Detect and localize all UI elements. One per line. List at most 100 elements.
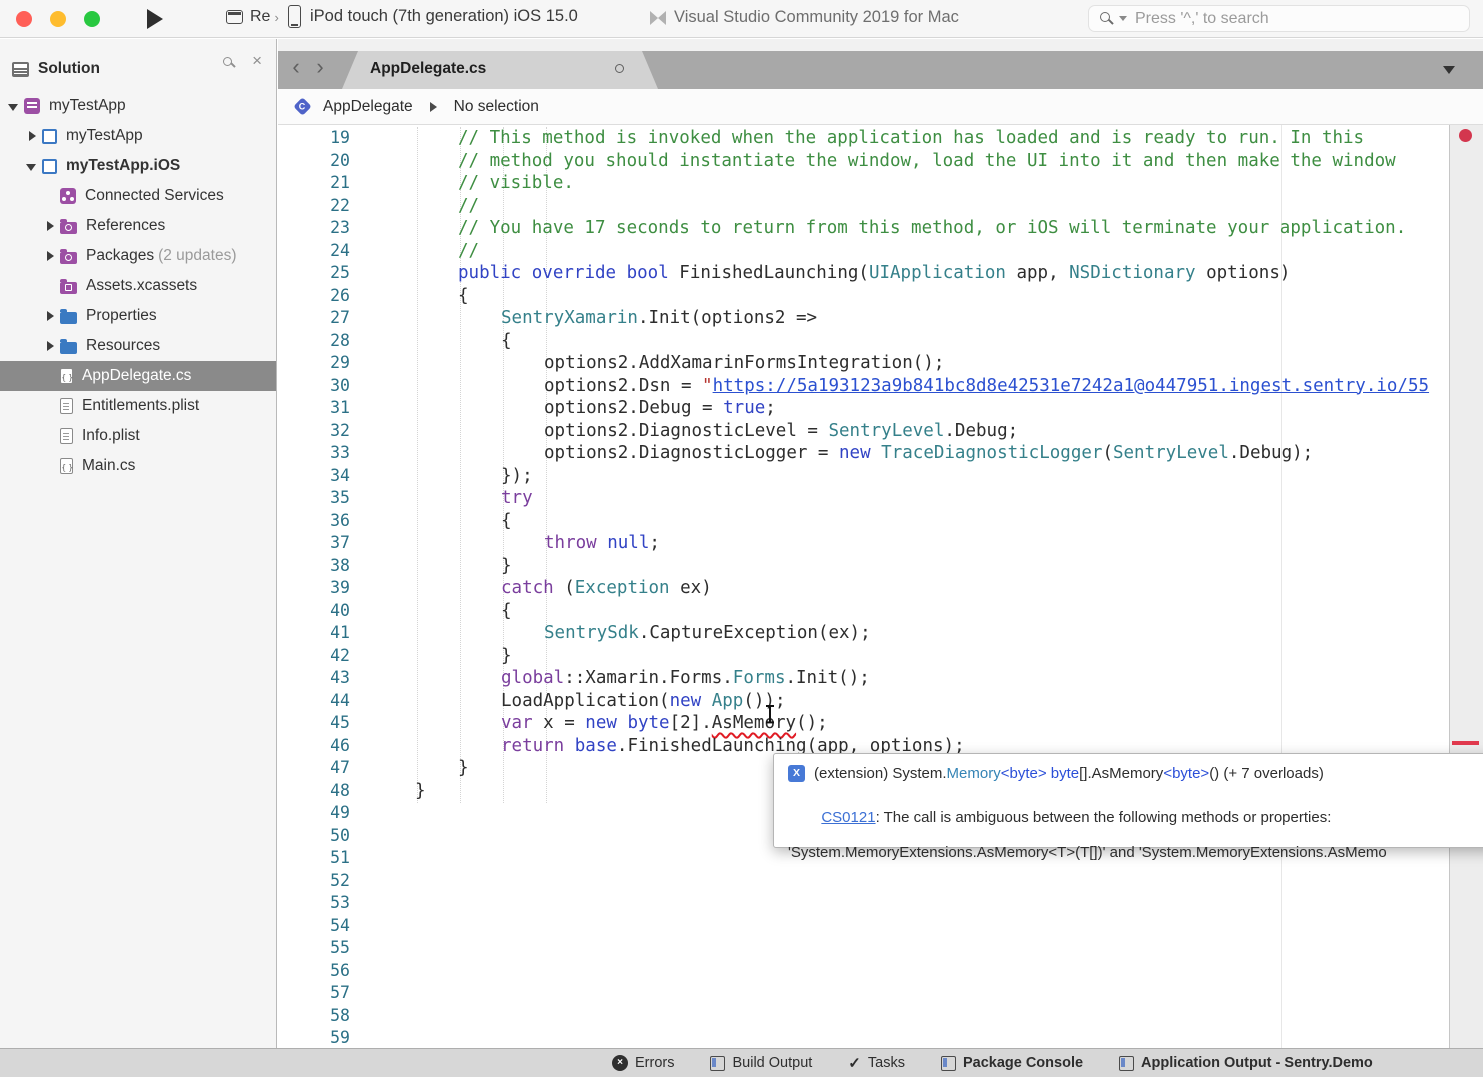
line-number[interactable]: 40: [278, 600, 350, 623]
line-number[interactable]: 22: [278, 195, 350, 218]
line-number[interactable]: 47: [278, 757, 350, 780]
line-number[interactable]: 31: [278, 397, 350, 420]
code-line-44[interactable]: 44LoadApplication(new App());: [278, 690, 1449, 713]
line-number[interactable]: 54: [278, 915, 350, 938]
tree-item-connected-services[interactable]: Connected Services: [0, 181, 276, 211]
line-number[interactable]: 42: [278, 645, 350, 668]
code-line-38[interactable]: 38}: [278, 555, 1449, 578]
code-line-30[interactable]: 30options2.Dsn = "https://5a193123a9b841…: [278, 375, 1449, 398]
line-number[interactable]: 23: [278, 217, 350, 240]
disclosure-closed-icon[interactable]: [24, 128, 42, 144]
line-number[interactable]: 52: [278, 870, 350, 893]
line-number[interactable]: 25: [278, 262, 350, 285]
tree-item-main-cs[interactable]: Main.cs: [0, 451, 276, 481]
code-line-41[interactable]: 41SentrySdk.CaptureException(ex);: [278, 622, 1449, 645]
tab-modified-icon[interactable]: [615, 64, 624, 73]
line-number[interactable]: 20: [278, 150, 350, 173]
code-line-26[interactable]: 26{: [278, 285, 1449, 308]
run-button[interactable]: [147, 9, 163, 29]
code-line-34[interactable]: 34});: [278, 465, 1449, 488]
line-number[interactable]: 51: [278, 847, 350, 870]
tree-item-mytestapp-ios[interactable]: myTestApp.iOS: [0, 151, 276, 181]
line-number[interactable]: 24: [278, 240, 350, 263]
tree-item-resources[interactable]: Resources: [0, 331, 276, 361]
tab-overflow-caret-icon[interactable]: [1443, 66, 1455, 74]
disclosure-closed-icon[interactable]: [42, 308, 60, 324]
close-pane-icon[interactable]: ×: [252, 51, 262, 71]
line-number[interactable]: 37: [278, 532, 350, 555]
tab-appdelegate[interactable]: AppDelegate.cs: [342, 51, 658, 89]
disclosure-open-icon[interactable]: [24, 158, 42, 174]
code-line-35[interactable]: 35try: [278, 487, 1449, 510]
code-line-23[interactable]: 23// You have 17 seconds to return from …: [278, 217, 1449, 240]
code-line-40[interactable]: 40{: [278, 600, 1449, 623]
line-number[interactable]: 30: [278, 375, 350, 398]
code-line-20[interactable]: 20// method you should instantiate the w…: [278, 150, 1449, 173]
code-line-25[interactable]: 25public override bool FinishedLaunching…: [278, 262, 1449, 285]
line-number[interactable]: 45: [278, 712, 350, 735]
line-number[interactable]: 49: [278, 802, 350, 825]
line-number[interactable]: 50: [278, 825, 350, 848]
disclosure-open-icon[interactable]: [6, 98, 24, 114]
line-number[interactable]: 36: [278, 510, 350, 533]
tree-item-references[interactable]: References: [0, 211, 276, 241]
breadcrumb-selection[interactable]: No selection: [454, 98, 539, 116]
line-number[interactable]: 33: [278, 442, 350, 465]
code-line-29[interactable]: 29options2.AddXamarinFormsIntegration();: [278, 352, 1449, 375]
line-number[interactable]: 26: [278, 285, 350, 308]
error-code-link[interactable]: CS0121: [821, 809, 875, 826]
disclosure-closed-icon[interactable]: [42, 218, 60, 234]
pad-tasks[interactable]: ✓Tasks: [848, 1054, 905, 1072]
line-number[interactable]: 29: [278, 352, 350, 375]
disclosure-closed-icon[interactable]: [42, 338, 60, 354]
code-line-52[interactable]: 52: [278, 870, 1449, 893]
line-number[interactable]: 39: [278, 577, 350, 600]
line-number[interactable]: 48: [278, 780, 350, 803]
line-number[interactable]: 55: [278, 937, 350, 960]
line-number[interactable]: 41: [278, 622, 350, 645]
code-line-58[interactable]: 58: [278, 1005, 1449, 1028]
tree-item-assets-xcassets[interactable]: Assets.xcassets: [0, 271, 276, 301]
pad-errors[interactable]: ×Errors: [612, 1055, 674, 1071]
navigate-back-button[interactable]: ‹: [286, 54, 306, 80]
code-line-32[interactable]: 32options2.DiagnosticLevel = SentryLevel…: [278, 420, 1449, 443]
line-number[interactable]: 21: [278, 172, 350, 195]
code-line-21[interactable]: 21// visible.: [278, 172, 1449, 195]
line-number[interactable]: 32: [278, 420, 350, 443]
code-line-37[interactable]: 37throw null;: [278, 532, 1449, 555]
pin-pane-icon[interactable]: [223, 57, 236, 70]
code-line-22[interactable]: 22//: [278, 195, 1449, 218]
dsn-url-link[interactable]: https://5a193123a9b841bc8d8e42531e7242a1…: [713, 376, 1429, 396]
code-line-33[interactable]: 33options2.DiagnosticLogger = new TraceD…: [278, 442, 1449, 465]
line-number[interactable]: 46: [278, 735, 350, 758]
global-search-box[interactable]: [1088, 5, 1470, 32]
code-line-39[interactable]: 39catch (Exception ex): [278, 577, 1449, 600]
line-number[interactable]: 59: [278, 1027, 350, 1048]
line-number[interactable]: 58: [278, 1005, 350, 1028]
build-configuration-selector[interactable]: Re ›: [226, 8, 279, 26]
code-line-27[interactable]: 27SentryXamarin.Init(options2 =>: [278, 307, 1449, 330]
line-number[interactable]: 27: [278, 307, 350, 330]
breadcrumb-class[interactable]: AppDelegate: [323, 98, 413, 116]
code-line-24[interactable]: 24//: [278, 240, 1449, 263]
line-number[interactable]: 53: [278, 892, 350, 915]
line-number[interactable]: 34: [278, 465, 350, 488]
pad-build-output[interactable]: Build Output: [710, 1055, 812, 1071]
code-line-45[interactable]: 45var x = new byte[2].AsMemory();: [278, 712, 1449, 735]
code-line-54[interactable]: 54: [278, 915, 1449, 938]
zoom-window-button[interactable]: [84, 11, 100, 27]
line-number[interactable]: 28: [278, 330, 350, 353]
code-line-53[interactable]: 53: [278, 892, 1449, 915]
code-line-31[interactable]: 31options2.Debug = true;: [278, 397, 1449, 420]
code-line-19[interactable]: 19// This method is invoked when the app…: [278, 127, 1449, 150]
code-line-28[interactable]: 28{: [278, 330, 1449, 353]
tree-item-mytestapp[interactable]: myTestApp: [0, 121, 276, 151]
tree-item-packages[interactable]: Packages(2 updates): [0, 241, 276, 271]
code-editor[interactable]: 19// This method is invoked when the app…: [278, 125, 1483, 1048]
tree-item-info-plist[interactable]: Info.plist: [0, 421, 276, 451]
pad-application-output-sentry-demo[interactable]: Application Output - Sentry.Demo: [1119, 1055, 1373, 1071]
code-line-57[interactable]: 57: [278, 982, 1449, 1005]
device-selector[interactable]: iPod touch (7th generation) iOS 15.0: [288, 5, 578, 28]
tree-item-properties[interactable]: Properties: [0, 301, 276, 331]
code-line-36[interactable]: 36{: [278, 510, 1449, 533]
